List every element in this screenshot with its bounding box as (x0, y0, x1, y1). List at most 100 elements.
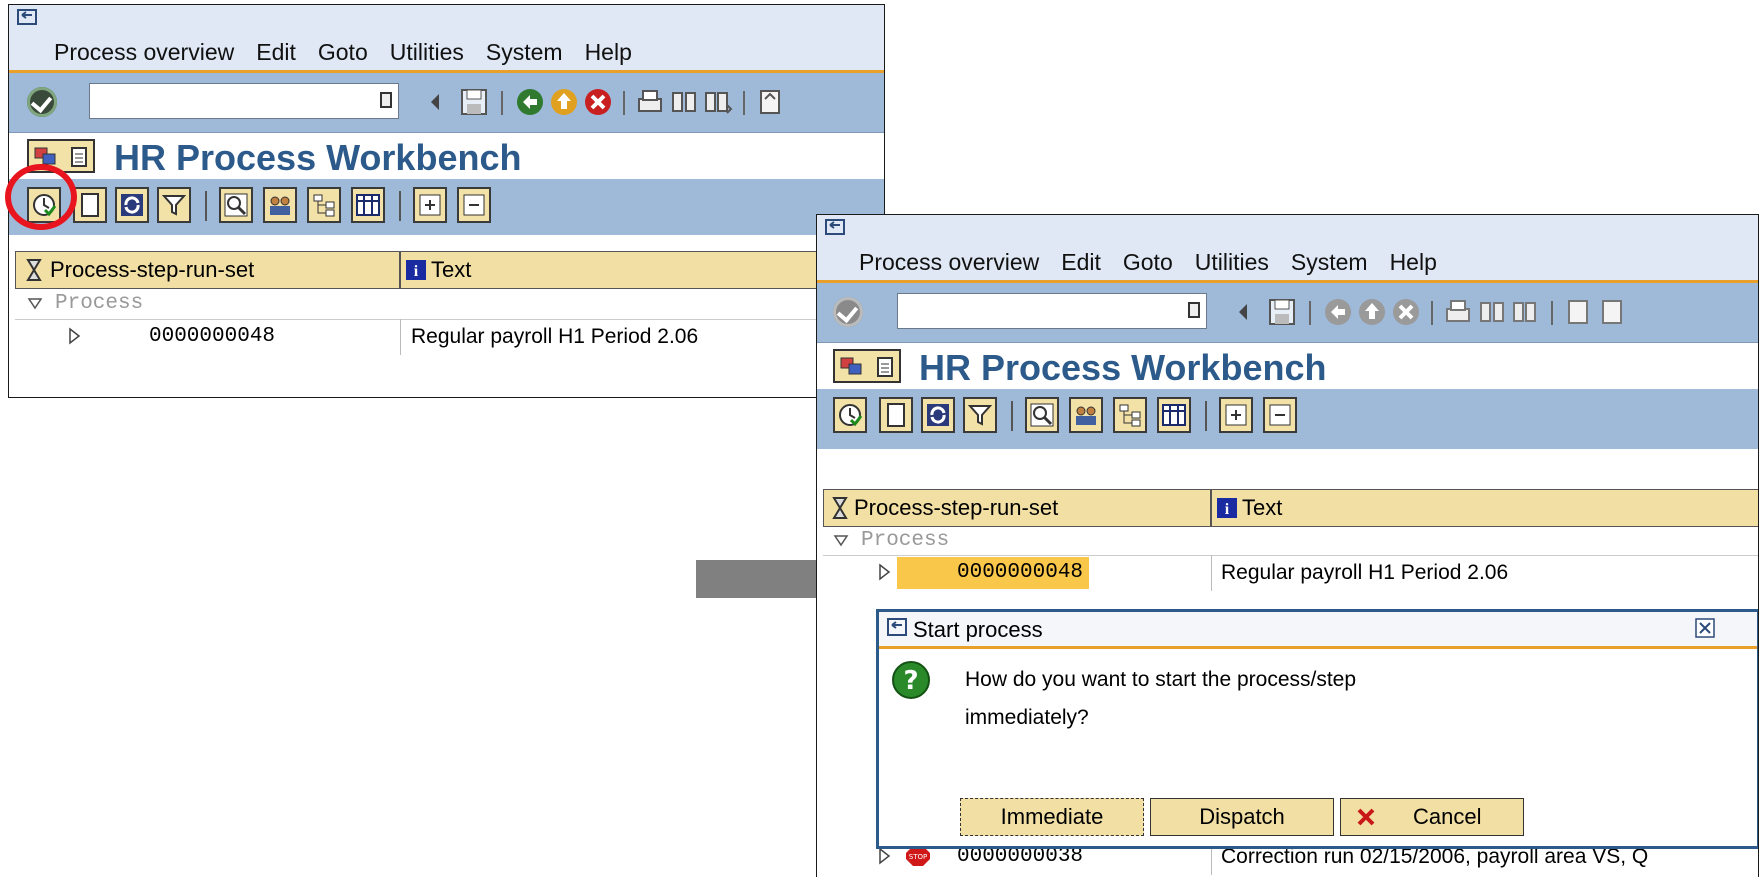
toolbar-separator (501, 91, 503, 115)
system-menu-icon[interactable] (17, 9, 39, 27)
hierarchy-icon (313, 194, 335, 217)
command-field[interactable] (897, 293, 1207, 329)
expand-triangle-icon[interactable] (877, 563, 891, 581)
menu-goto[interactable]: Goto (318, 39, 368, 65)
menu-process-overview[interactable]: Process overview (859, 249, 1039, 275)
menu-process-overview[interactable]: Process overview (54, 39, 234, 65)
tree-group-row[interactable]: Process (15, 289, 880, 320)
collapse-button[interactable] (457, 187, 491, 223)
title-bar: HR Process Workbench (817, 343, 1758, 389)
find-icon[interactable] (1477, 297, 1507, 327)
expand-triangle-icon[interactable] (67, 327, 81, 345)
cancel-icon[interactable] (583, 87, 613, 117)
hierarchy-button[interactable] (1113, 397, 1147, 433)
immediate-button[interactable]: Immediate (960, 798, 1144, 836)
row-id[interactable]: 0000000048 (957, 561, 1083, 584)
back-arrow-small-icon[interactable] (427, 87, 443, 117)
expand-triangle-icon[interactable] (877, 847, 891, 865)
new-document-icon (81, 193, 99, 217)
new-document-button[interactable] (73, 187, 107, 223)
collapse-triangle-icon[interactable] (27, 296, 43, 312)
print-icon[interactable] (1443, 297, 1473, 327)
refresh-button[interactable] (921, 397, 955, 433)
close-icon[interactable] (1695, 618, 1715, 638)
menu-utilities[interactable]: Utilities (1195, 249, 1269, 275)
exit-icon[interactable] (549, 87, 579, 117)
hierarchy-button[interactable] (307, 187, 341, 223)
cancel-button[interactable]: Cancel (1340, 798, 1524, 836)
page-title: HR Process Workbench (114, 137, 522, 178)
tree-group-row[interactable]: Process (823, 527, 1758, 556)
back-icon[interactable] (515, 87, 545, 117)
menu-system[interactable]: System (1291, 249, 1368, 275)
first-page-icon[interactable] (1563, 297, 1593, 327)
previous-page-icon[interactable] (1597, 297, 1627, 327)
menu-edit[interactable]: Edit (1061, 249, 1101, 275)
people-button[interactable] (1069, 397, 1103, 433)
menu-edit[interactable]: Edit (256, 39, 296, 65)
filter-button[interactable] (157, 187, 191, 223)
collapse-triangle-icon[interactable] (833, 533, 849, 549)
enter-check-icon[interactable] (27, 87, 57, 117)
table-row[interactable]: 0000000048 Regular payroll H1 Period 2.0… (823, 555, 1758, 591)
save-icon[interactable] (1267, 297, 1297, 327)
clock-execute-icon (839, 404, 863, 427)
column-header-text[interactable]: i Text (1211, 489, 1758, 527)
column-header-process-step-run-set[interactable]: Process-step-run-set (823, 489, 1211, 527)
toolbar-separator (623, 91, 625, 115)
app-menu-button[interactable] (833, 349, 901, 383)
column-header-text[interactable]: i Text (400, 251, 880, 289)
collapse-button[interactable] (1263, 397, 1297, 433)
hierarchy-icon (1119, 404, 1141, 427)
command-history-icon[interactable] (1188, 302, 1200, 318)
print-icon[interactable] (635, 87, 665, 117)
new-document-button[interactable] (879, 397, 913, 433)
expand-button[interactable] (1219, 397, 1253, 433)
menu-utilities[interactable]: Utilities (390, 39, 464, 65)
toolbar-separator (1309, 301, 1311, 325)
command-input[interactable] (898, 294, 1176, 328)
document-icon (71, 147, 87, 167)
command-input[interactable] (90, 84, 368, 118)
start-process-button[interactable] (833, 397, 867, 433)
svg-text:?: ? (903, 666, 918, 696)
menu-help[interactable]: Help (585, 39, 632, 65)
system-menu-icon[interactable] (825, 219, 847, 237)
immediate-button-label: Immediate (1000, 804, 1104, 829)
detail-search-button[interactable] (1025, 397, 1059, 433)
hourglass-icon (26, 259, 42, 281)
layout-button[interactable] (351, 187, 385, 223)
find-next-icon[interactable] (1511, 297, 1541, 327)
expand-icon (419, 194, 441, 216)
command-history-icon[interactable] (380, 92, 392, 108)
filter-button[interactable] (963, 397, 997, 433)
table-row[interactable]: 0000000048 Regular payroll H1 Period 2.0… (15, 319, 880, 355)
dispatch-button-label: Dispatch (1199, 804, 1285, 829)
toolbar-separator (1431, 301, 1433, 325)
dialog-system-icon[interactable] (887, 618, 909, 638)
layout-button[interactable] (1157, 397, 1191, 433)
find-icon[interactable] (669, 87, 699, 117)
back-arrow-small-icon[interactable] (1235, 297, 1251, 327)
column-header-process-step-run-set[interactable]: Process-step-run-set (15, 251, 400, 289)
cancel-icon[interactable] (1391, 297, 1421, 327)
expand-button[interactable] (413, 187, 447, 223)
app-menu-icon (840, 357, 862, 375)
detail-search-button[interactable] (219, 187, 253, 223)
dispatch-button[interactable]: Dispatch (1150, 798, 1334, 836)
menu-goto[interactable]: Goto (1123, 249, 1173, 275)
row-id[interactable]: 0000000048 (149, 325, 275, 348)
menu-help[interactable]: Help (1390, 249, 1437, 275)
people-button[interactable] (263, 187, 297, 223)
menu-items: Process overview Edit Goto Utilities System H… (859, 249, 1459, 276)
command-field[interactable] (89, 83, 399, 119)
save-icon[interactable] (459, 87, 489, 117)
menu-system[interactable]: System (486, 39, 563, 65)
find-next-icon[interactable] (703, 87, 733, 117)
first-page-icon[interactable] (755, 87, 785, 117)
people-icon (1076, 406, 1096, 425)
back-icon[interactable] (1323, 297, 1353, 327)
exit-icon[interactable] (1357, 297, 1387, 327)
enter-check-icon[interactable] (833, 297, 863, 327)
refresh-button[interactable] (115, 187, 149, 223)
